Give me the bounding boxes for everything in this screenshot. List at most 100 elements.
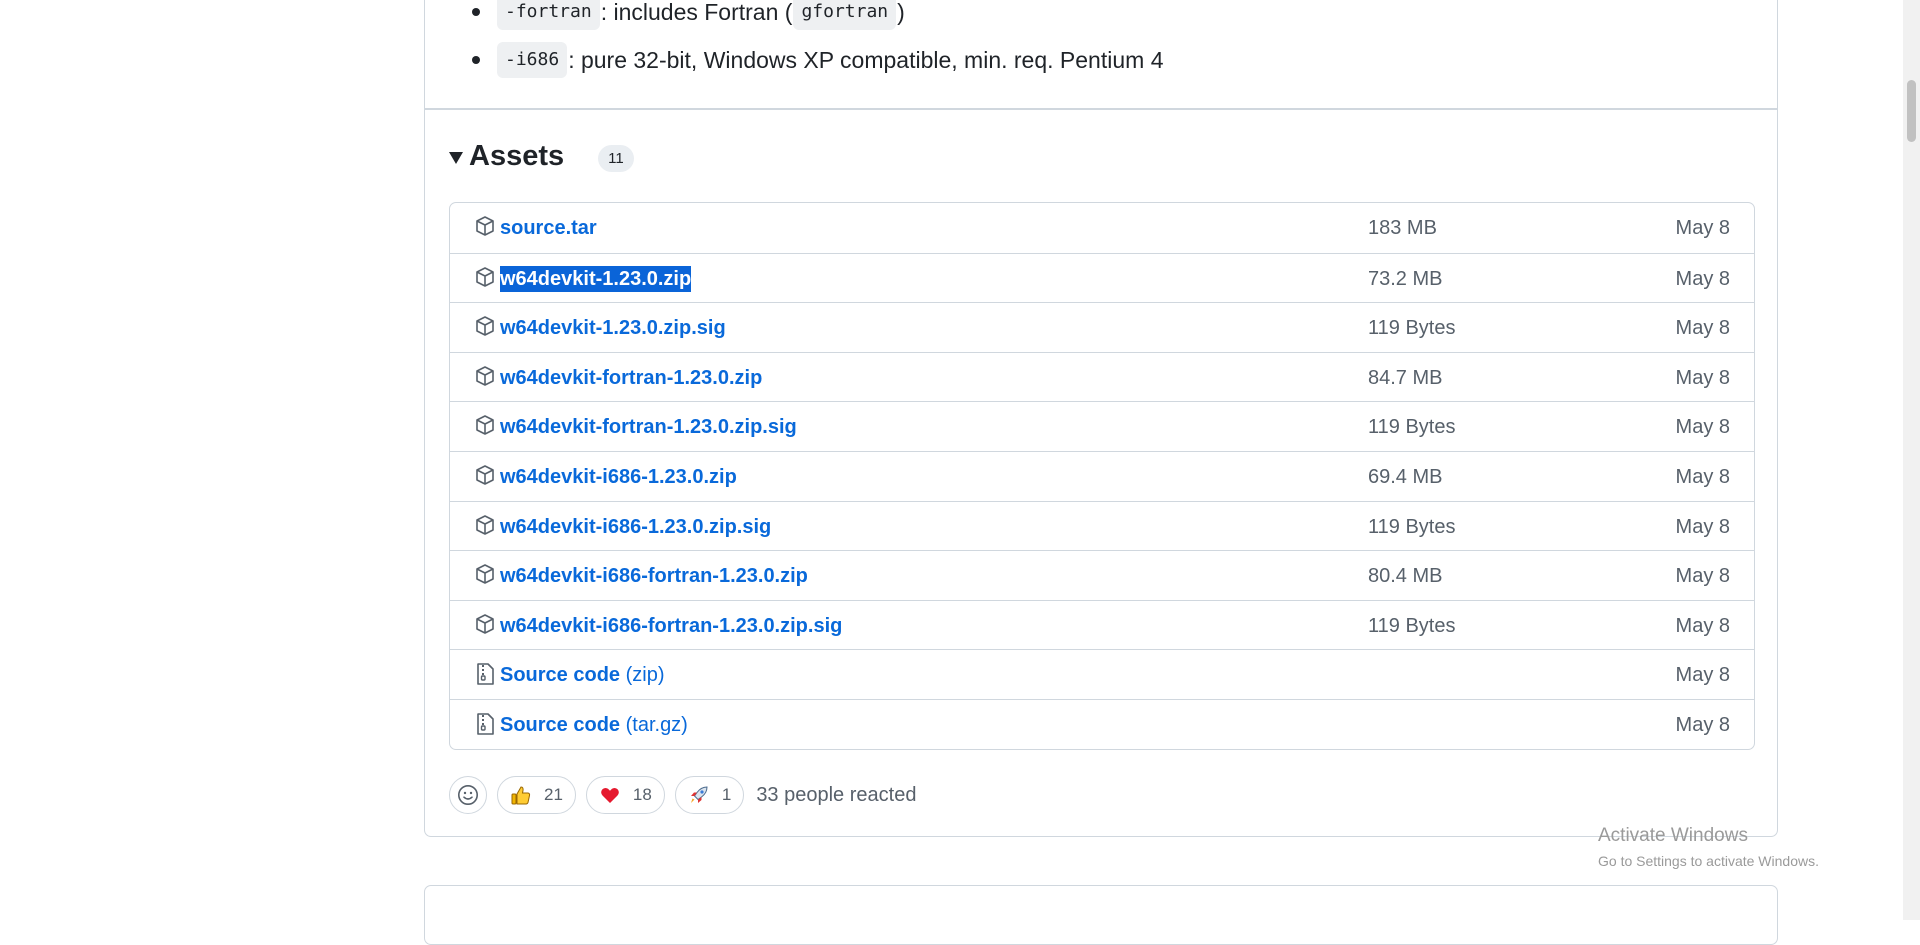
- windows-activation-watermark: Activate Windows Go to Settings to activ…: [1598, 825, 1819, 869]
- asset-date: May 8: [1675, 664, 1730, 687]
- asset-name: w64devkit-i686-1.23.0.zip: [500, 465, 737, 488]
- asset-date: May 8: [1675, 317, 1730, 340]
- asset-size: 119 Bytes: [1368, 416, 1456, 439]
- asset-name: source.tar: [500, 217, 597, 239]
- asset-size: 73.2 MB: [1368, 267, 1443, 290]
- package-icon: [474, 514, 498, 538]
- watermark-subtitle: Go to Settings to activate Windows.: [1598, 853, 1819, 869]
- asset-row: w64devkit-fortran-1.23.0.zip 84.7 MB May 8: [450, 351, 1754, 402]
- asset-name: w64devkit-i686-1.23.0.zip.sig: [500, 515, 772, 538]
- asset-date: May 8: [1675, 713, 1730, 736]
- asset-link[interactable]: w64devkit-i686-fortran-1.23.0.zip: [500, 563, 808, 589]
- asset-date: May 8: [1675, 614, 1730, 637]
- asset-row: source.tar 183 MB May 8: [450, 203, 1754, 253]
- asset-date: May 8: [1675, 565, 1730, 588]
- package-icon: [474, 563, 498, 587]
- asset-row: w64devkit-i686-1.23.0.zip.sig 119 Bytes Ma…: [450, 500, 1754, 551]
- note-code: -i686: [497, 42, 568, 78]
- watermark-title: Activate Windows: [1598, 825, 1748, 846]
- note-i686: -i686 : pure 32-bit, Windows XP compatib…: [472, 36, 1163, 84]
- heart-count: 18: [632, 785, 652, 804]
- asset-row: w64devkit-1.23.0.zip.sig 119 Bytes May 8: [450, 302, 1754, 352]
- package-icon: [474, 414, 498, 438]
- release-notes-list: -fortran : includes Fortran ( gfortran )…: [472, 0, 1163, 84]
- asset-format: (tar.gz): [625, 713, 688, 736]
- thumbs-up-count: 21: [544, 785, 563, 804]
- package-icon: [474, 266, 498, 290]
- asset-date: May 8: [1675, 267, 1730, 290]
- asset-name: Source code: [500, 664, 621, 687]
- asset-link[interactable]: w64devkit-i686-1.23.0.zip: [500, 464, 737, 490]
- package-icon: [474, 365, 498, 389]
- asset-size: 119 Bytes: [1368, 317, 1456, 340]
- asset-date: May 8: [1675, 366, 1730, 389]
- asset-size: 80.4 MB: [1368, 565, 1443, 588]
- reactions-summary: 33 people reacted: [756, 783, 917, 806]
- asset-row: Source code (tar.gz) May 8: [450, 698, 1754, 749]
- asset-date: May 8: [1675, 465, 1730, 488]
- asset-name: Source code: [500, 713, 621, 736]
- asset-link[interactable]: w64devkit-fortran-1.23.0.zip.sig: [500, 414, 797, 440]
- thumbs-up-reaction-button[interactable]: 21: [497, 776, 576, 814]
- add-reaction-button[interactable]: [449, 776, 487, 814]
- asset-size: 119 Bytes: [1368, 614, 1456, 637]
- rocket-reaction-button[interactable]: 1: [674, 776, 745, 814]
- note-code: gfortran: [793, 0, 897, 30]
- thumbs-up-icon: [510, 784, 532, 806]
- asset-link[interactable]: source.tar: [500, 215, 597, 241]
- asset-name: w64devkit-1.23.0.zip.sig: [500, 317, 726, 340]
- note-code: -fortran: [497, 0, 600, 30]
- asset-row: w64devkit-i686-fortran-1.23.0.zip 80.4 MB…: [450, 550, 1754, 600]
- asset-row: w64devkit-1.23.0.zip 73.2 MB May 8: [450, 252, 1754, 303]
- package-icon: [474, 613, 498, 637]
- reactions-bar: 21 18 1 33 people reacted: [449, 776, 916, 814]
- heart-reaction-button[interactable]: 18: [585, 776, 665, 814]
- asset-row: w64devkit-i686-fortran-1.23.0.zip.sig 119…: [450, 599, 1754, 650]
- asset-date: May 8: [1675, 217, 1730, 239]
- page-scrollbar[interactable]: [1903, 0, 1920, 920]
- asset-format: (zip): [625, 664, 665, 687]
- asset-link[interactable]: w64devkit-i686-fortran-1.23.0.zip.sig: [500, 613, 842, 639]
- rocket-icon: [688, 784, 710, 806]
- asset-row: Source code (zip) May 8: [450, 649, 1754, 699]
- asset-link[interactable]: Source code (zip): [500, 662, 665, 688]
- note-text: ): [897, 0, 905, 25]
- asset-link[interactable]: w64devkit-i686-1.23.0.zip.sig: [500, 514, 771, 540]
- section-divider: [425, 108, 1777, 110]
- next-release-card: [424, 885, 1778, 945]
- asset-date: May 8: [1675, 416, 1730, 439]
- asset-date: May 8: [1675, 515, 1730, 538]
- asset-name: w64devkit-fortran-1.23.0.zip.sig: [500, 416, 797, 439]
- asset-size: 183 MB: [1368, 217, 1437, 239]
- assets-count-badge: 11: [598, 145, 634, 172]
- note-text: : includes Fortran (: [600, 0, 793, 25]
- asset-row: w64devkit-i686-1.23.0.zip 69.4 MB May 8: [450, 450, 1754, 501]
- asset-size: 69.4 MB: [1368, 465, 1443, 488]
- rocket-count: 1: [721, 785, 732, 804]
- assets-title: Assets: [469, 140, 565, 172]
- asset-size: 84.7 MB: [1368, 366, 1443, 389]
- package-icon: [474, 215, 498, 239]
- assets-list: source.tar 183 MB May 8 w64devkit-1.23.0.zi…: [449, 202, 1755, 750]
- scrollbar-thumb[interactable]: [1907, 80, 1916, 142]
- file-zip-icon: [474, 712, 498, 736]
- asset-name: w64devkit-i686-fortran-1.23.0.zip.sig: [500, 614, 843, 637]
- asset-name: w64devkit-1.23.0.zip: [500, 267, 692, 290]
- asset-link[interactable]: w64devkit-1.23.0.zip.sig: [500, 315, 726, 341]
- note-text: : pure 32-bit, Windows XP compatible, mi…: [568, 47, 1164, 73]
- package-icon: [474, 464, 498, 488]
- assets-toggle[interactable]: Assets 11: [449, 140, 634, 173]
- asset-name: w64devkit-i686-fortran-1.23.0.zip: [500, 565, 808, 588]
- note-fortran: -fortran : includes Fortran ( gfortran ): [472, 0, 1163, 36]
- package-icon: [474, 315, 498, 339]
- asset-row: w64devkit-fortran-1.23.0.zip.sig 119 Byte…: [450, 401, 1754, 451]
- asset-link[interactable]: w64devkit-1.23.0.zip: [500, 265, 692, 292]
- asset-link[interactable]: w64devkit-fortran-1.23.0.zip: [500, 365, 762, 391]
- triangle-down-icon: [449, 151, 463, 164]
- smiley-icon: [458, 785, 478, 805]
- asset-link[interactable]: Source code (tar.gz): [500, 712, 688, 738]
- heart-icon: [599, 784, 621, 806]
- file-zip-icon: [474, 662, 498, 686]
- asset-name: w64devkit-fortran-1.23.0.zip: [500, 366, 763, 389]
- asset-size: 119 Bytes: [1368, 515, 1456, 538]
